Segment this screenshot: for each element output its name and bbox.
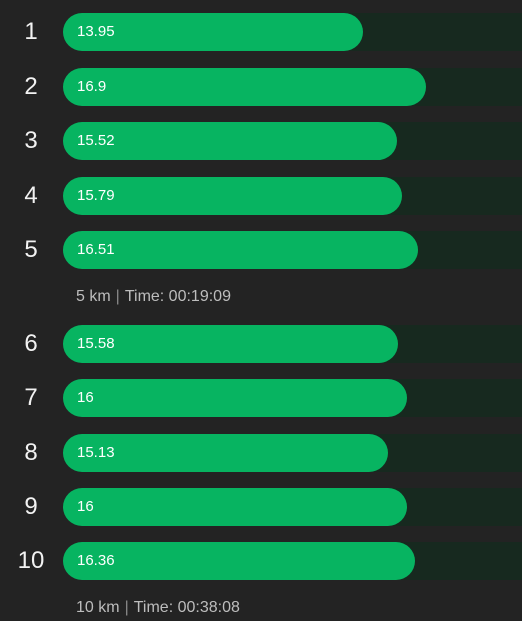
bar-value-label: 16.36 — [77, 552, 115, 569]
bar-row: 5 16.51 — [0, 231, 522, 269]
bar-category-label: 3 — [24, 127, 38, 154]
bar-row: 6 15.58 — [0, 325, 522, 363]
bar-value-label: 16 — [77, 498, 94, 515]
split-distance: 10 km — [76, 599, 120, 616]
bar — [63, 379, 407, 417]
bar-category-label: 10 — [17, 547, 45, 574]
bar-value-label: 15.79 — [77, 187, 115, 204]
bar-category-label: 8 — [24, 439, 38, 466]
bar — [63, 231, 418, 269]
bar-value-label: 13.95 — [77, 23, 115, 40]
bar-category-label: 6 — [24, 330, 38, 357]
split-separator: | — [115, 288, 120, 305]
bar — [63, 488, 407, 526]
split-time: Time: 00:19:09 — [124, 288, 231, 305]
bar-row: 8 15.13 — [0, 434, 522, 472]
bar-category-label: 5 — [24, 236, 38, 263]
split-time: Time: 00:38:08 — [133, 599, 240, 616]
pace-chart: 1 13.95 2 16.9 3 15.52 4 15.79 5 16.51 6 15.58 7 16 8 1… — [0, 0, 522, 621]
split-summary: 5 km | Time: 00:19:09 — [76, 285, 231, 309]
bar-row: 7 16 — [0, 379, 522, 417]
split-summary: 10 km | Time: 00:38:08 — [76, 596, 240, 620]
bar-row: 1 13.95 — [0, 13, 522, 51]
bar-value-label: 15.52 — [77, 132, 115, 149]
bar-category-label: 2 — [24, 73, 38, 100]
bar-row: 9 16 — [0, 488, 522, 526]
bar-category-label: 4 — [24, 182, 38, 209]
bar-row: 2 16.9 — [0, 68, 522, 106]
bar-value-label: 16 — [77, 389, 94, 406]
bar-value-label: 15.58 — [77, 335, 115, 352]
bar-category-label: 7 — [24, 384, 38, 411]
split-distance: 5 km — [76, 288, 111, 305]
split-separator: | — [124, 599, 129, 616]
bar-row: 4 15.79 — [0, 177, 522, 215]
bar — [63, 68, 426, 106]
bar-value-label: 16.51 — [77, 241, 115, 258]
bar-row: 3 15.52 — [0, 122, 522, 160]
bar — [63, 542, 415, 580]
bar-value-label: 16.9 — [77, 78, 107, 95]
bar-value-label: 15.13 — [77, 444, 115, 461]
bar-row: 10 16.36 — [0, 542, 522, 580]
bar-category-label: 9 — [24, 493, 38, 520]
bar-category-label: 1 — [24, 18, 38, 45]
